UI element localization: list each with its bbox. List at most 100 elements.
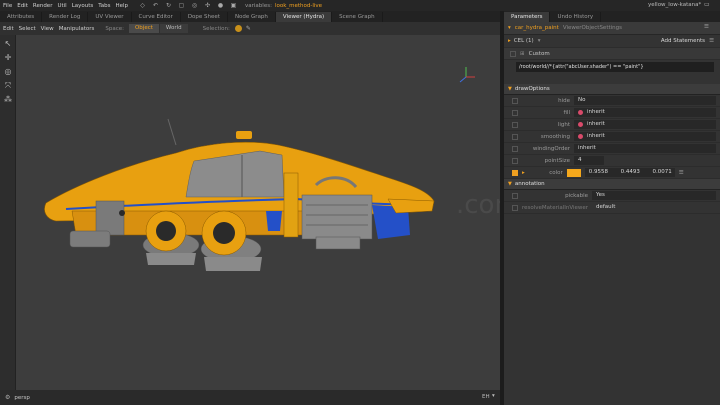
- param-enable-checkbox[interactable]: [512, 192, 518, 199]
- tab-scene-graph[interactable]: Scene Graph: [332, 12, 383, 22]
- space-label: Space:: [105, 25, 124, 32]
- tab-node-graph[interactable]: Node Graph: [228, 12, 276, 22]
- param-enable-checkbox[interactable]: [512, 121, 518, 128]
- param-dropdown[interactable]: inherit: [574, 132, 716, 141]
- cel-menu-icon[interactable]: ☰: [709, 38, 714, 44]
- param-dropdown[interactable]: inherit: [574, 108, 716, 117]
- new-scene-icon[interactable]: ◇: [139, 2, 146, 9]
- param-label: fill: [563, 109, 570, 116]
- param-value: inherit: [587, 133, 605, 139]
- tab-render-log[interactable]: Render Log: [42, 12, 89, 22]
- menu-layouts[interactable]: Layouts: [72, 3, 94, 9]
- transform-tool-icon[interactable]: ⁂: [3, 95, 13, 105]
- param-enable-checkbox[interactable]: [512, 204, 518, 211]
- viewer-menu-select[interactable]: Select: [19, 26, 36, 32]
- param-row-color: ▸ color 0.9558 0.4493 0.0071 ☰: [504, 167, 720, 179]
- param-enable-checkbox[interactable]: [512, 157, 518, 164]
- param-dropdown[interactable]: No: [574, 96, 716, 105]
- cel-dropdown-icon[interactable]: ▾: [538, 38, 541, 44]
- cel-label: CEL (1): [513, 38, 534, 44]
- variables-value[interactable]: look_method: [275, 3, 310, 9]
- node-edit-icon[interactable]: ▾: [508, 25, 511, 31]
- space-world-button[interactable]: World: [159, 24, 188, 33]
- color-expand-icon[interactable]: ▸: [522, 170, 525, 176]
- viewer-menu-manipulators[interactable]: Manipulators: [59, 26, 95, 32]
- variables-label: variables:: [245, 2, 272, 9]
- menu-file[interactable]: File: [3, 3, 12, 9]
- node-menu-icon[interactable]: ☰: [704, 24, 709, 30]
- annotation-section[interactable]: ▼ annotation: [504, 179, 720, 190]
- param-enable-checkbox[interactable]: [512, 133, 518, 140]
- param-row-pickable: pickable Yes: [504, 190, 720, 202]
- camera-gear-icon[interactable]: ⚙: [5, 394, 10, 401]
- tab-undo-history[interactable]: Undo History: [550, 12, 602, 22]
- color-values-field[interactable]: 0.9558 0.4493 0.0071: [584, 168, 675, 177]
- param-row-smoothing: smoothing inherit: [504, 131, 720, 143]
- tab-dope-sheet[interactable]: Dope Sheet: [181, 12, 228, 22]
- tab-uv-viewer[interactable]: UV Viewer: [88, 12, 132, 22]
- selection-mode-icon[interactable]: [234, 25, 242, 32]
- menu-tabs[interactable]: Tabs: [98, 3, 110, 9]
- select-tool-icon[interactable]: ↖: [3, 39, 13, 49]
- live-render-icon[interactable]: ✣: [204, 2, 211, 9]
- menu-util[interactable]: Util: [57, 3, 66, 9]
- undo-icon[interactable]: ↶: [152, 2, 159, 9]
- camera-name[interactable]: persp: [14, 395, 30, 401]
- viewer-menu-edit[interactable]: Edit: [3, 26, 14, 32]
- cel-expression-field[interactable]: /root/world//*{attr("abcUser.shader") ==…: [516, 62, 714, 72]
- parameters-panel: Parameters Undo History ▾ car_hydra_pain…: [504, 11, 720, 405]
- color-swatch[interactable]: [566, 168, 581, 177]
- param-enable-checkbox[interactable]: [512, 109, 518, 116]
- status-right: EH: [482, 394, 490, 400]
- node-name[interactable]: car_hydra_paint: [515, 25, 559, 31]
- window-control-icon[interactable]: ▭: [704, 1, 710, 8]
- param-label: smoothing: [540, 133, 570, 140]
- color-r[interactable]: 0.9558: [589, 168, 608, 177]
- color-b[interactable]: 0.0071: [653, 168, 672, 177]
- menu-edit[interactable]: Edit: [17, 3, 28, 9]
- param-dropdown[interactable]: inherit: [574, 144, 716, 153]
- param-dropdown[interactable]: Yes: [592, 191, 716, 200]
- refresh-icon[interactable]: ↻: [165, 2, 172, 9]
- param-label: light: [557, 121, 570, 128]
- scene-icon[interactable]: ▣: [230, 2, 237, 9]
- selection-label: Selection:: [202, 25, 230, 32]
- param-dropdown[interactable]: default: [592, 203, 716, 212]
- inherit-dot-icon: [578, 110, 583, 115]
- param-enable-checkbox[interactable]: [512, 97, 518, 104]
- menu-render[interactable]: Render: [33, 3, 53, 9]
- cel-collapse-icon[interactable]: ▸: [508, 38, 511, 44]
- tab-parameters[interactable]: Parameters: [504, 12, 551, 22]
- selection-options-icon[interactable]: ✎: [246, 25, 251, 32]
- node-type: ViewerObjectSettings: [562, 25, 622, 31]
- translate-tool-icon[interactable]: ✛: [3, 53, 13, 63]
- sphere-icon[interactable]: ●: [217, 2, 224, 9]
- render-icon[interactable]: ▢: [178, 2, 185, 9]
- param-dropdown[interactable]: inherit: [574, 120, 716, 129]
- draw-options-caret-icon: ▼: [508, 86, 512, 92]
- viewer-options-icon[interactable]: ▾: [492, 393, 495, 399]
- color-g[interactable]: 0.4493: [621, 168, 640, 177]
- param-value: inherit: [587, 121, 605, 127]
- inherit-dot-icon: [578, 134, 583, 139]
- variables-live[interactable]: -live: [310, 3, 322, 9]
- viewer-menu-view[interactable]: View: [41, 26, 54, 32]
- param-value: Yes: [596, 192, 605, 198]
- tab-viewer-hydra[interactable]: Viewer (Hydra): [275, 12, 333, 22]
- add-statements-button[interactable]: Add Statements: [661, 38, 705, 44]
- draw-options-section[interactable]: ▼ drawOptions: [504, 84, 720, 95]
- cel-row: ▸ CEL (1) ▾ Add Statements ☰: [504, 35, 720, 48]
- param-enable-checkbox[interactable]: [512, 145, 518, 152]
- tab-attributes[interactable]: Attributes: [0, 12, 43, 22]
- space-object-button[interactable]: Object: [128, 24, 159, 33]
- param-number-field[interactable]: 4: [574, 156, 604, 165]
- color-menu-icon[interactable]: ☰: [679, 170, 684, 176]
- hydra-viewport[interactable]: .com: [16, 35, 520, 390]
- scale-tool-icon[interactable]: ⤧: [3, 81, 13, 91]
- color-enable-checkbox[interactable]: [512, 169, 518, 176]
- menu-help[interactable]: Help: [115, 3, 128, 9]
- preview-render-icon[interactable]: ◎: [191, 2, 198, 9]
- rotate-tool-icon[interactable]: ◎: [3, 67, 13, 77]
- cel-custom-checkbox[interactable]: [510, 50, 516, 57]
- tab-curve-editor[interactable]: Curve Editor: [132, 12, 181, 22]
